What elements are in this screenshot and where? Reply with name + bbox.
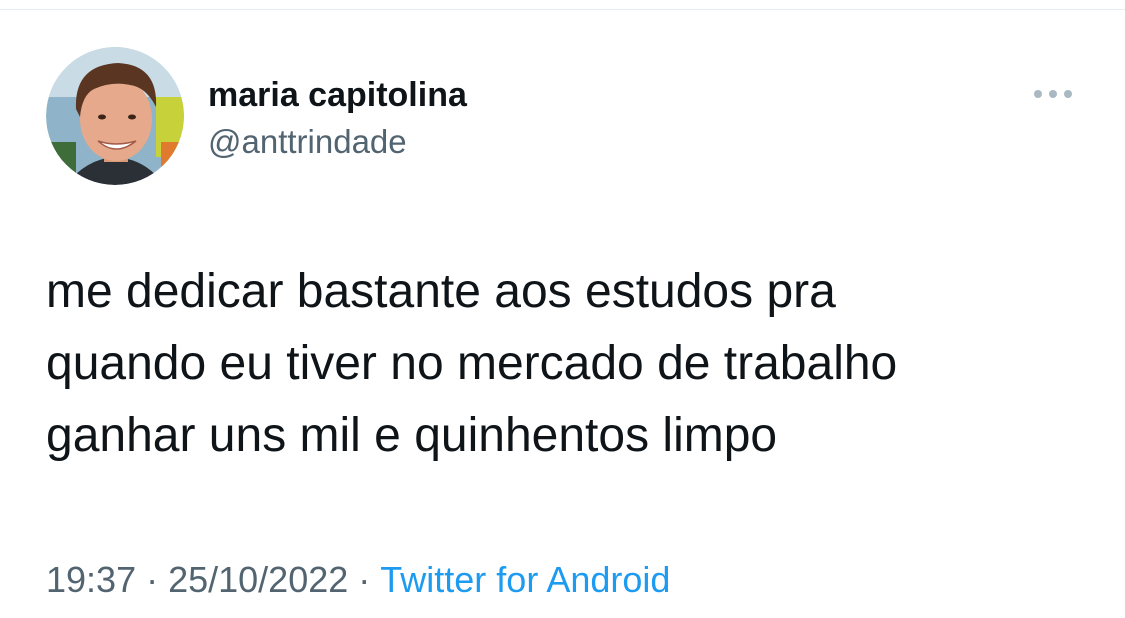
tweet-source-link[interactable]: Twitter for Android bbox=[380, 559, 670, 600]
author-display-name[interactable]: maria capitolina bbox=[208, 75, 467, 115]
meta-separator: · bbox=[146, 559, 159, 600]
tweet-metadata: 19:37 · 25/10/2022 · Twitter for Android bbox=[46, 558, 670, 602]
tweet-text: me dedicar bastante aos estudos pra quan… bbox=[46, 265, 898, 462]
avatar-image bbox=[46, 47, 184, 185]
avatar[interactable] bbox=[46, 47, 184, 185]
top-divider bbox=[0, 0, 1125, 10]
more-horizontal-icon bbox=[1034, 90, 1072, 98]
more-options-button[interactable] bbox=[1028, 82, 1078, 106]
tweet-card: maria capitolina @anttrindade me dedicar… bbox=[0, 10, 1125, 618]
tweet-date[interactable]: 25/10/2022 bbox=[168, 559, 348, 600]
meta-separator: · bbox=[358, 559, 371, 600]
tweet-time[interactable]: 19:37 bbox=[46, 559, 136, 600]
author-handle[interactable]: @anttrindade bbox=[208, 122, 407, 162]
